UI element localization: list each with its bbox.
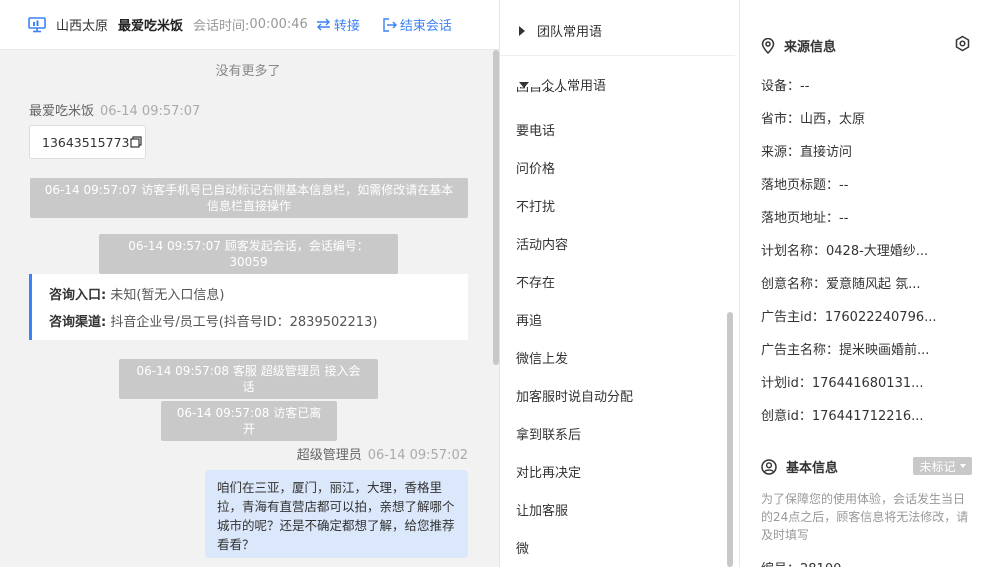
consult-entry-label: 咨询入口:	[49, 288, 107, 303]
session-time-label: 会话时间:	[193, 19, 250, 34]
source-origin: 来源：直接访问	[761, 145, 853, 160]
phrase-item[interactable]: 不打扰	[516, 196, 555, 215]
team-phrases-label: 团队常用语	[537, 25, 603, 40]
visitor-info-panel: 来源信息 设备：-- 省市：山西，太原 来源：直接访问 落地页标题：-- 落地页…	[740, 0, 987, 567]
common-phrases-panel: 团队常用语 个人常用语 回自发了 要电话 问价格 不打扰 活动内容 不存在 再追…	[500, 0, 740, 567]
source-advertiser-id: 广告主id：176022240796...	[761, 310, 937, 325]
phrase-item[interactable]: 微信上发	[516, 348, 568, 367]
source-plan-id: 计划id：176441680131...	[761, 376, 924, 391]
agent-message-bubble: 咱们在三亚，厦门，丽江，大理，香格里拉，青海有直营店都可以拍，亲想了解哪个城市的…	[205, 470, 468, 558]
chat-scrollbar[interactable]	[493, 50, 499, 365]
consult-entry-value: 未知(暂无入口信息)	[110, 288, 225, 303]
consult-channel-label: 咨询渠道:	[49, 315, 107, 330]
phrase-item[interactable]: 对比再决定	[516, 462, 581, 481]
session-time-value: 00:00:46	[249, 17, 308, 32]
tag-dropdown-label: 未标记	[919, 459, 956, 474]
consult-entry-row: 咨询入口: 未知(暂无入口信息)	[49, 284, 468, 311]
settings-icon[interactable]	[954, 35, 971, 52]
monitor-icon	[28, 16, 46, 32]
location-pin-icon	[761, 37, 775, 54]
consult-channel-value: 抖音企业号/员工号(抖音号ID：2839502213)	[110, 315, 378, 330]
user-circle-icon	[761, 458, 777, 475]
chat-panel: 山西太原 最爱吃米饭 会话时间: 00:00:46 转接 结束会话 没有更多了 …	[0, 0, 500, 567]
visitor-region: 山西太原	[56, 19, 109, 34]
basic-info-number-partial: 编号：28100	[761, 558, 841, 567]
system-message: 06-14 09:57:07 访客手机号已自动标记右侧基本信息栏，如需修改请在基…	[30, 178, 468, 218]
end-session-label: 结束会话	[399, 19, 452, 34]
agent-message-meta: 超级管理员 06-14 09:57:02	[297, 444, 468, 463]
phrase-item[interactable]: 微	[516, 538, 529, 557]
caret-down-icon	[959, 464, 966, 468]
basic-info-notice: 为了保障您的使用体验，会话发生当日的24点之后，顾客信息将无法修改，请及时填写	[761, 492, 969, 542]
source-creative-name: 创意名称：爱意随风起 氛...	[761, 277, 921, 292]
source-creative-id: 创意id：176441712216...	[761, 409, 924, 424]
system-message: 06-14 09:57:07 顾客发起会话，会话编号：30059	[99, 234, 398, 274]
phrase-item[interactable]: 要电话	[516, 120, 555, 139]
source-landing-url: 落地页地址：--	[761, 211, 849, 226]
source-province-city: 省市：山西，太原	[761, 112, 866, 127]
caret-right-icon	[519, 25, 525, 36]
visitor-message-meta: 最爱吃米饭 06-14 09:57:07	[29, 100, 200, 119]
phrases-scrollbar[interactable]	[727, 312, 733, 567]
phrase-item[interactable]: 让加客服	[516, 500, 568, 519]
agent-message-time: 06-14 09:57:02	[367, 448, 468, 463]
phone-number: 13643515773	[42, 134, 130, 150]
chat-message-list[interactable]: 没有更多了 最爱吃米饭 06-14 09:57:07 13643515773 06…	[0, 50, 499, 567]
tag-dropdown[interactable]: 未标记	[913, 457, 972, 475]
source-plan-name: 计划名称：0428-大理婚纱...	[761, 244, 929, 259]
transfer-icon	[316, 18, 330, 31]
visitor-sender: 最爱吃米饭	[29, 104, 95, 119]
phrase-item[interactable]: 拿到联系后	[516, 424, 581, 443]
phrase-item-partial[interactable]: 回自发了	[516, 87, 568, 96]
system-message: 06-14 09:57:08 客服 超级管理员 接入会话	[119, 359, 378, 399]
phrase-item[interactable]: 再追	[516, 310, 542, 329]
agent-sender: 超级管理员	[296, 448, 362, 463]
end-session-button[interactable]: 结束会话	[382, 15, 452, 34]
transfer-label: 转接	[333, 19, 360, 34]
phone-bubble: 13643515773	[29, 125, 146, 159]
basic-info-header: 基本信息	[761, 457, 838, 476]
source-advertiser-name: 广告主名称：提米映画婚前...	[761, 343, 930, 358]
copy-icon[interactable]	[130, 136, 143, 148]
basic-info-title: 基本信息	[786, 461, 839, 476]
phrase-item[interactable]: 加客服时说自动分配	[516, 386, 633, 405]
transfer-button[interactable]: 转接	[316, 15, 360, 34]
logout-icon	[383, 17, 397, 32]
consult-channel-row: 咨询渠道: 抖音企业号/员工号(抖音号ID：2839502213)	[49, 311, 468, 338]
source-info-header: 来源信息	[761, 36, 836, 55]
phrase-item[interactable]: 活动内容	[516, 234, 568, 253]
source-landing-title: 落地页标题：--	[761, 178, 849, 193]
source-device: 设备：--	[761, 79, 810, 94]
group-divider	[500, 55, 735, 56]
team-phrases-group[interactable]: 团队常用语	[519, 21, 602, 40]
no-more-text: 没有更多了	[215, 64, 281, 79]
chat-header: 山西太原 最爱吃米饭 会话时间: 00:00:46 转接 结束会话	[0, 0, 499, 50]
phrase-item[interactable]: 不存在	[516, 272, 555, 291]
visitor-message-time: 06-14 09:57:07	[100, 104, 201, 119]
consult-info-card: 咨询入口: 未知(暂无入口信息) 咨询渠道: 抖音企业号/员工号(抖音号ID：2…	[29, 274, 468, 340]
visitor-name: 最爱吃米饭	[118, 19, 184, 34]
source-info-title: 来源信息	[784, 40, 837, 55]
system-message: 06-14 09:57:08 访客已离开	[161, 401, 337, 441]
phrase-item[interactable]: 问价格	[516, 158, 555, 177]
